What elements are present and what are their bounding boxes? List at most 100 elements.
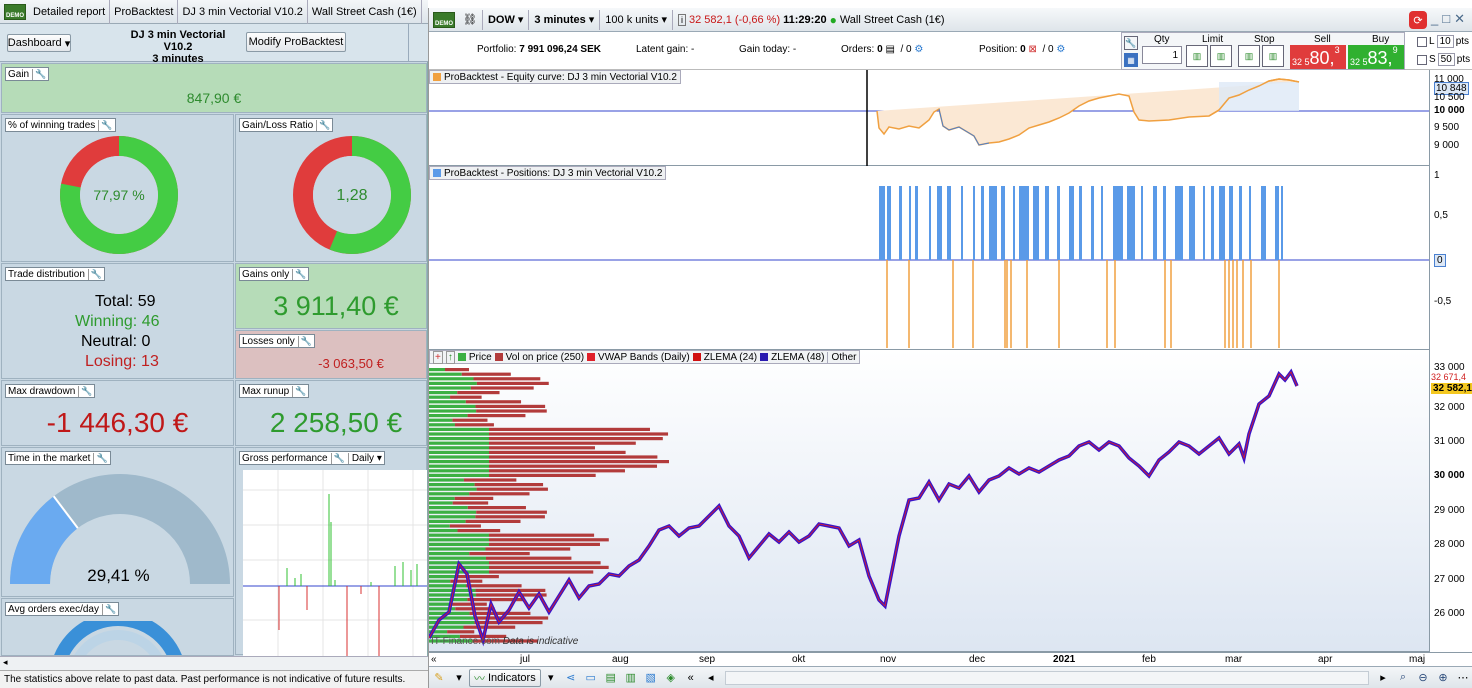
buy-button[interactable]: 32 5 83, 9 — [1348, 45, 1404, 69]
volume-sell-bar — [489, 446, 595, 450]
legend-zlema-48[interactable]: ZLEMA (48) — [771, 352, 824, 363]
limit-buy-button[interactable]: ▥ — [1186, 45, 1208, 67]
position-settings-icon[interactable]: ⚙ — [1056, 44, 1065, 55]
gain-loss-ratio-value: 1,28 — [336, 187, 368, 204]
timeframe-dropdown[interactable]: 3 minutes ▾ — [529, 9, 601, 30]
tab-probacktest[interactable]: ProBacktest — [110, 0, 179, 24]
zoom-fit-icon[interactable]: ⌕ — [1395, 670, 1411, 686]
screener-icon[interactable]: ▧ — [643, 670, 659, 686]
more-options-icon[interactable]: ⋯ — [1455, 670, 1471, 686]
units-dropdown[interactable]: 100 k units ▾ — [600, 9, 674, 30]
keypad-icon[interactable]: ▦ — [1124, 53, 1138, 67]
maximize-icon[interactable]: □ — [1442, 11, 1454, 26]
scroll-left-icon[interactable]: « — [431, 654, 437, 665]
indicators-button[interactable]: 〰 Indicators — [469, 668, 541, 687]
long-position-bar — [887, 186, 891, 260]
wrench-icon[interactable]: 🔧 — [93, 452, 108, 464]
dashboard-dropdown[interactable]: Dashboard ▾ — [7, 34, 71, 52]
volume-buy-bar — [429, 423, 455, 427]
modify-probacktest-button[interactable]: Modify ProBacktest — [246, 32, 346, 52]
share-icon[interactable]: ⋖ — [563, 670, 579, 686]
scroll-left-icon[interactable]: ◂ — [703, 670, 719, 686]
chevron-down-icon[interactable]: ▾ — [543, 670, 559, 686]
strategy-title: DJ 3 min Vectorial V10.2 3 minutes — [118, 29, 238, 65]
tab-strategy[interactable]: DJ 3 min Vectorial V10.2 — [178, 0, 308, 24]
limit-checkbox[interactable] — [1417, 36, 1427, 47]
gain-today: Gain today: - — [739, 44, 797, 55]
wrench-icon[interactable]: 🔧 — [98, 119, 113, 131]
gains-only-box: Gains only 🔧 3 911,40 € — [235, 263, 427, 329]
tab-detailed-report[interactable]: Detailed report — [29, 0, 111, 24]
legend-vwap-bands[interactable]: VWAP Bands (Daily) — [598, 352, 690, 363]
tab-instrument[interactable]: Wall Street Cash (1€) — [308, 0, 422, 24]
wrench-icon[interactable]: 🔧 — [316, 119, 330, 131]
info-icon[interactable]: i — [678, 13, 687, 26]
last-price-label: 32 582,1 — [1431, 383, 1472, 394]
tick-label: 0,5 — [1434, 210, 1448, 221]
period-dropdown[interactable]: Daily ▾ — [347, 452, 382, 464]
horizontal-scrollbar[interactable]: ◂ — [0, 656, 428, 670]
scroll-left-icon[interactable]: ◂ — [3, 657, 8, 668]
refresh-icon[interactable]: ⟳ — [1409, 11, 1427, 29]
order-bar: Portfolio: 7 991 096,24 SEK Latent gain:… — [429, 32, 1472, 70]
qty-label: Qty — [1154, 34, 1170, 45]
sell-button[interactable]: 32 5 80, 3 — [1290, 45, 1346, 69]
wrench-icon[interactable]: 🔧 — [87, 268, 102, 280]
gross-performance-chart — [243, 470, 427, 656]
wrench-icon[interactable]: 🔧 — [101, 603, 116, 615]
wrench-icon[interactable]: 🔧 — [32, 68, 46, 80]
volume-sell-bar — [465, 400, 522, 404]
demo-icon: DEMO — [4, 3, 26, 20]
qty-input[interactable]: 1 — [1142, 46, 1182, 64]
orders-settings-icon[interactable]: ⚙ — [914, 44, 923, 55]
backtest-icon[interactable]: ◈ — [663, 670, 679, 686]
wrench-icon[interactable]: 🔧 — [1124, 36, 1138, 50]
wrench-icon[interactable]: 🔧 — [78, 385, 92, 397]
legend-other[interactable]: Other — [827, 351, 856, 363]
max-runup-value: 2 258,50 € — [269, 407, 403, 438]
minimize-icon[interactable]: _ — [1431, 11, 1442, 26]
stop-buy-button[interactable]: ▥ — [1238, 45, 1260, 67]
stop-sell-button[interactable]: ▥ — [1262, 45, 1284, 67]
volume-sell-bar — [489, 427, 650, 431]
stop-distance-input[interactable]: 50 — [1437, 53, 1455, 66]
long-position-bar — [1203, 186, 1205, 260]
zoom-in-icon[interactable]: ⊕ — [1435, 670, 1451, 686]
volume-buy-bar — [429, 533, 489, 537]
wrench-icon[interactable]: 🔧 — [330, 452, 345, 464]
zoom-out-icon[interactable]: ⊖ — [1415, 670, 1431, 686]
long-position-bar — [1141, 186, 1143, 260]
up-arrow-icon[interactable]: ↑ — [445, 350, 455, 364]
wrench-icon[interactable]: 🔧 — [297, 335, 312, 347]
legend-zlema-24[interactable]: ZLEMA (24) — [704, 352, 757, 363]
long-position-bar — [915, 186, 918, 260]
table-icon[interactable]: ▥ — [623, 670, 639, 686]
comment-icon[interactable]: ▭ — [583, 670, 599, 686]
wrench-icon[interactable]: 🔧 — [292, 385, 306, 397]
instrument-dropdown[interactable]: DOW ▾ — [483, 9, 530, 30]
orders-list-icon[interactable]: ▤ — [885, 44, 894, 55]
winning-trades-value: 77,97 % — [93, 187, 145, 203]
limit-distance-input[interactable]: 10 — [1436, 35, 1454, 48]
scroll-right-icon[interactable]: ▸ — [1375, 670, 1391, 686]
position-close-icon[interactable]: ⊠ — [1028, 44, 1036, 55]
zlema-price-label: 32 671,4 — [1431, 372, 1467, 382]
time-scrollbar[interactable] — [724, 670, 1369, 685]
chevron-down-icon[interactable]: ▾ — [451, 670, 467, 686]
close-icon[interactable]: ✕ — [1454, 11, 1469, 26]
legend-vol-on-price[interactable]: Vol on price (250) — [506, 352, 584, 363]
link-icon[interactable]: ⛓ — [458, 9, 483, 30]
scroll-back-icon[interactable]: « — [683, 670, 699, 686]
price-chart — [429, 368, 1299, 647]
volume-buy-bar — [429, 584, 467, 588]
stop-checkbox[interactable] — [1417, 54, 1427, 65]
calculator-icon[interactable]: ▤ — [603, 670, 619, 686]
drawing-tool-icon[interactable]: ✎ — [431, 670, 447, 686]
add-indicator-icon[interactable]: + — [433, 350, 443, 364]
wrench-icon[interactable]: 🔧 — [292, 268, 306, 280]
limit-sell-button[interactable]: ▥ — [1210, 45, 1232, 67]
gain-value: 847,90 € — [186, 90, 242, 106]
max-runup-box: Max runup 🔧 2 258,50 € — [235, 380, 427, 446]
legend-price[interactable]: Price — [469, 352, 492, 363]
volume-sell-bar — [489, 538, 609, 542]
